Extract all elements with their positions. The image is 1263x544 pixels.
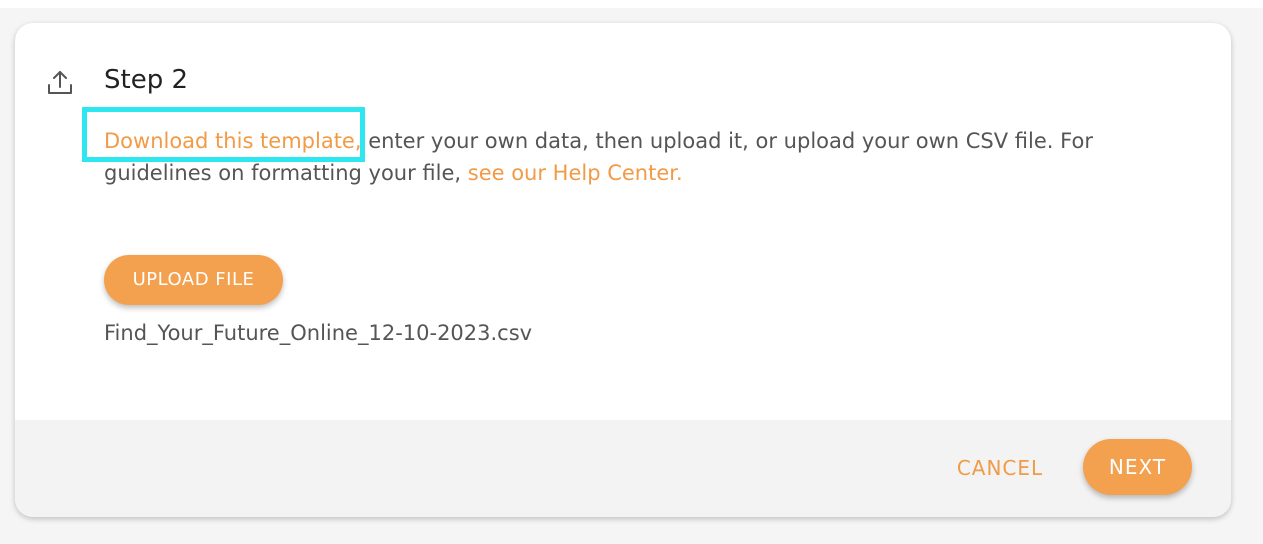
step-description: Download this template, enter your own d… [104,125,1124,189]
upload-icon [46,68,74,96]
top-strip [0,0,1263,8]
page: Step 2 Download this template, enter you… [0,0,1263,544]
next-button[interactable]: NEXT [1083,439,1192,495]
upload-file-button[interactable]: UPLOAD FILE [104,255,283,305]
help-center-link[interactable]: see our Help Center. [468,161,683,185]
cancel-button[interactable]: CANCEL [947,448,1053,488]
uploaded-file-name: Find_Your_Future_Online_12-10-2023.csv [104,321,533,345]
upload-card: Step 2 Download this template, enter you… [15,23,1231,517]
step-title: Step 2 [104,65,189,95]
download-template-link[interactable]: Download this template, [104,129,362,153]
card-footer: CANCEL NEXT [15,420,1231,517]
